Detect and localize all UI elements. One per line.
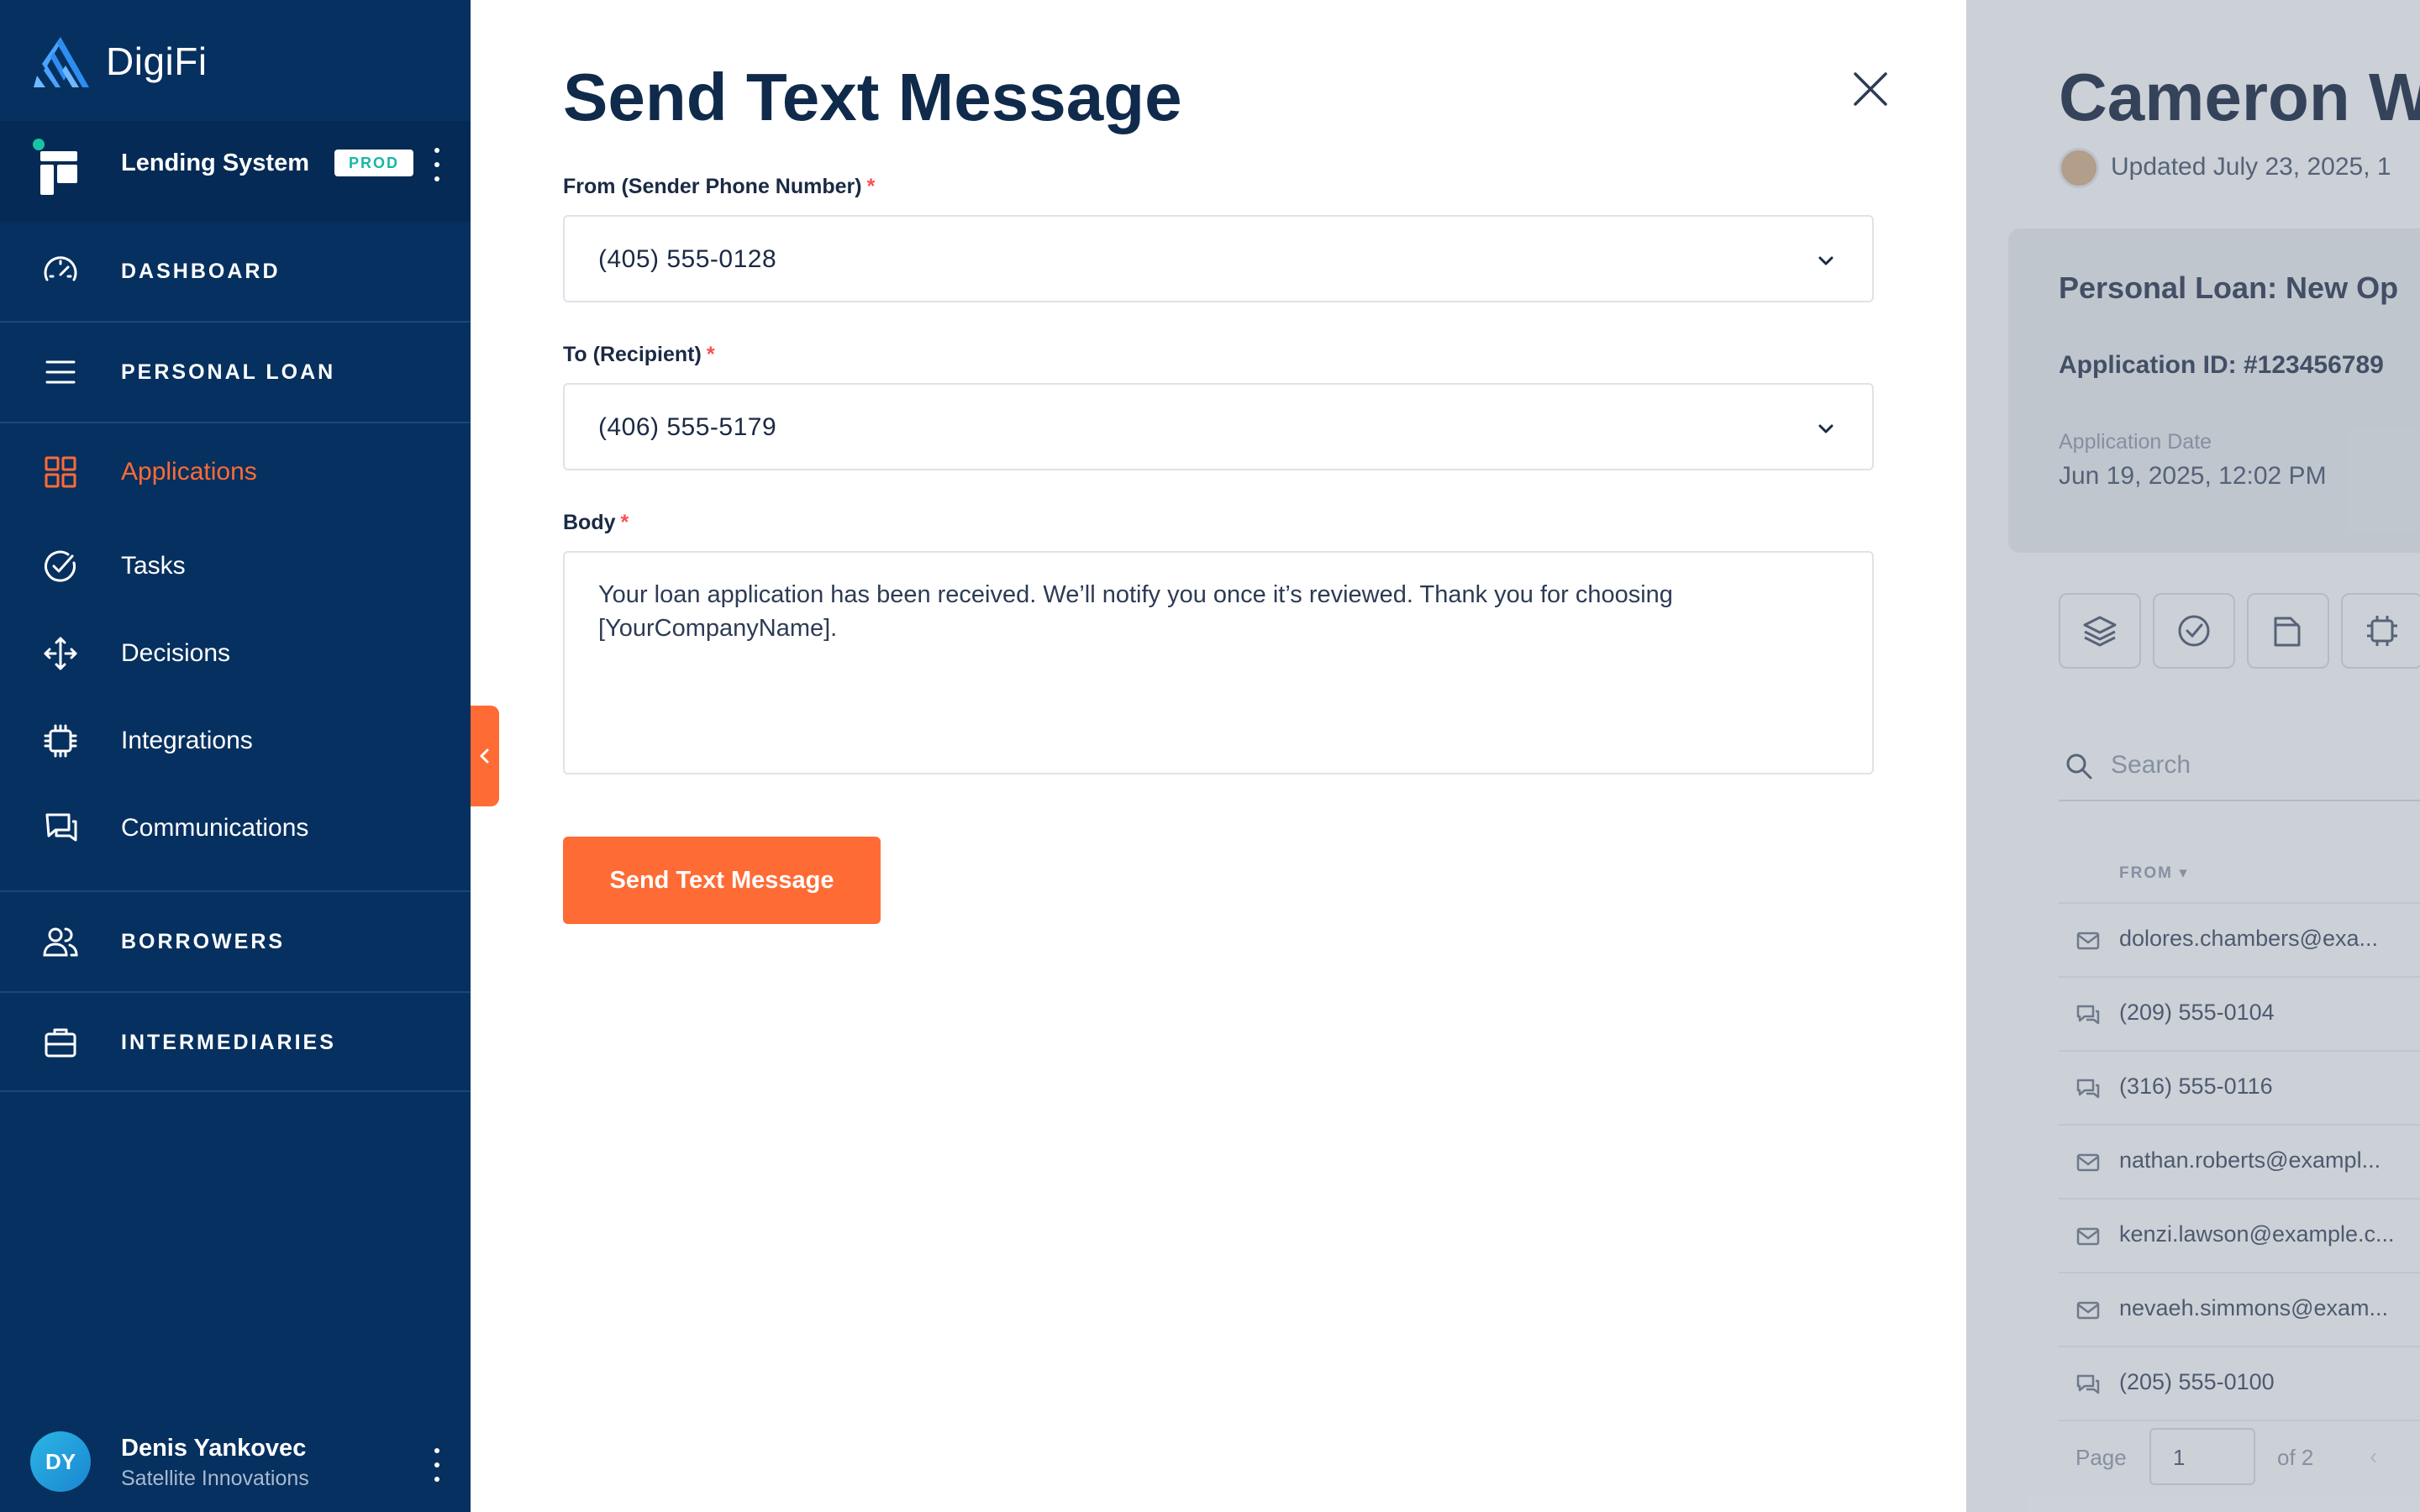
current-user[interactable]: DY Denis Yankovec Satellite Innovations (0, 1420, 471, 1500)
sidebar-item-tasks[interactable]: Tasks (0, 521, 471, 612)
user-menu-button[interactable] (427, 1448, 447, 1482)
arrows-split-icon (44, 637, 77, 670)
sidebar-item-decisions[interactable]: Decisions (0, 608, 471, 699)
sidebar-item-label: INTERMEDIARIES (121, 1030, 336, 1054)
sidebar-item-intermediaries[interactable]: INTERMEDIARIES (0, 993, 471, 1092)
message-body-textarea[interactable]: Your loan application has been received.… (563, 551, 1874, 774)
sidebar-item-label: Integrations (121, 727, 253, 754)
check-circle-icon (45, 550, 76, 582)
brand-name: DigiFi (106, 39, 208, 83)
system-switcher[interactable]: Lending System PROD (0, 121, 471, 222)
sidebar-item-integrations[interactable]: Integrations (0, 696, 471, 786)
environment-badge: PROD (334, 150, 413, 176)
sidebar-divider (0, 422, 471, 423)
sidebar-item-label: Communications (121, 814, 309, 842)
chip-icon (44, 724, 77, 758)
body-field-label: Body * (563, 511, 629, 535)
modal-title: Send Text Message (563, 60, 1182, 134)
briefcase-icon (45, 1028, 76, 1058)
send-text-message-panel: Send Text Message From (Sender Phone Num… (471, 0, 1966, 1512)
modal-backdrop[interactable] (1966, 0, 2420, 1512)
to-label-text: To (Recipient) (563, 343, 702, 366)
sidebar-item-label: BORROWERS (121, 929, 286, 953)
sidebar-item-dashboard[interactable]: DASHBOARD (0, 222, 471, 321)
sidebar-divider (0, 1090, 471, 1092)
collapse-sidebar-button[interactable] (471, 706, 499, 806)
sidebar-item-applications[interactable]: Applications (0, 427, 471, 517)
required-marker: * (866, 175, 876, 198)
grid-icon (45, 456, 76, 488)
system-name: Lending System (121, 150, 309, 176)
required-marker: * (706, 343, 715, 366)
menu-icon (45, 360, 76, 384)
to-field-label: To (Recipient) * (563, 343, 715, 367)
sidebar: DigiFi Lending System PROD DASHBOARD PER… (0, 0, 471, 1512)
sidebar-item-personal-loan[interactable]: PERSONAL LOAN (0, 323, 471, 422)
chevron-down-icon (1818, 256, 1833, 265)
required-marker: * (620, 511, 629, 534)
user-organization: Satellite Innovations (121, 1467, 309, 1490)
chevron-left-icon (480, 748, 489, 764)
user-name: Denis Yankovec (121, 1435, 307, 1462)
brand[interactable]: DigiFi (29, 30, 208, 92)
speedometer-icon (44, 256, 77, 281)
sender-phone-select[interactable]: (405) 555-0128 (563, 215, 1874, 302)
sidebar-item-communications[interactable]: Communications (0, 783, 471, 874)
sidebar-item-label: Applications (121, 458, 257, 486)
lending-system-icon (33, 139, 77, 195)
sidebar-item-label: PERSONAL LOAN (121, 360, 336, 384)
system-menu-button[interactable] (427, 148, 447, 181)
sidebar-item-label: Decisions (121, 639, 231, 667)
from-label-text: From (Sender Phone Number) (563, 175, 862, 198)
chevron-down-icon (1818, 424, 1833, 433)
close-icon[interactable] (1849, 67, 1892, 111)
sidebar-item-borrowers[interactable]: BORROWERS (0, 892, 471, 991)
users-icon (43, 927, 78, 957)
recipient-phone-select[interactable]: (406) 555-5179 (563, 383, 1874, 470)
chat-bubbles-icon (45, 813, 77, 842)
send-text-message-button[interactable]: Send Text Message (563, 837, 881, 924)
sidebar-item-label: DASHBOARD (121, 259, 281, 283)
sidebar-item-label: Tasks (121, 552, 186, 580)
sender-phone-value: (405) 555-0128 (598, 245, 777, 273)
digifi-logo-icon (34, 37, 89, 87)
recipient-phone-value: (406) 555-5179 (598, 413, 777, 441)
body-label-text: Body (563, 511, 616, 534)
avatar: DY (30, 1431, 91, 1492)
from-field-label: From (Sender Phone Number) * (563, 175, 875, 199)
